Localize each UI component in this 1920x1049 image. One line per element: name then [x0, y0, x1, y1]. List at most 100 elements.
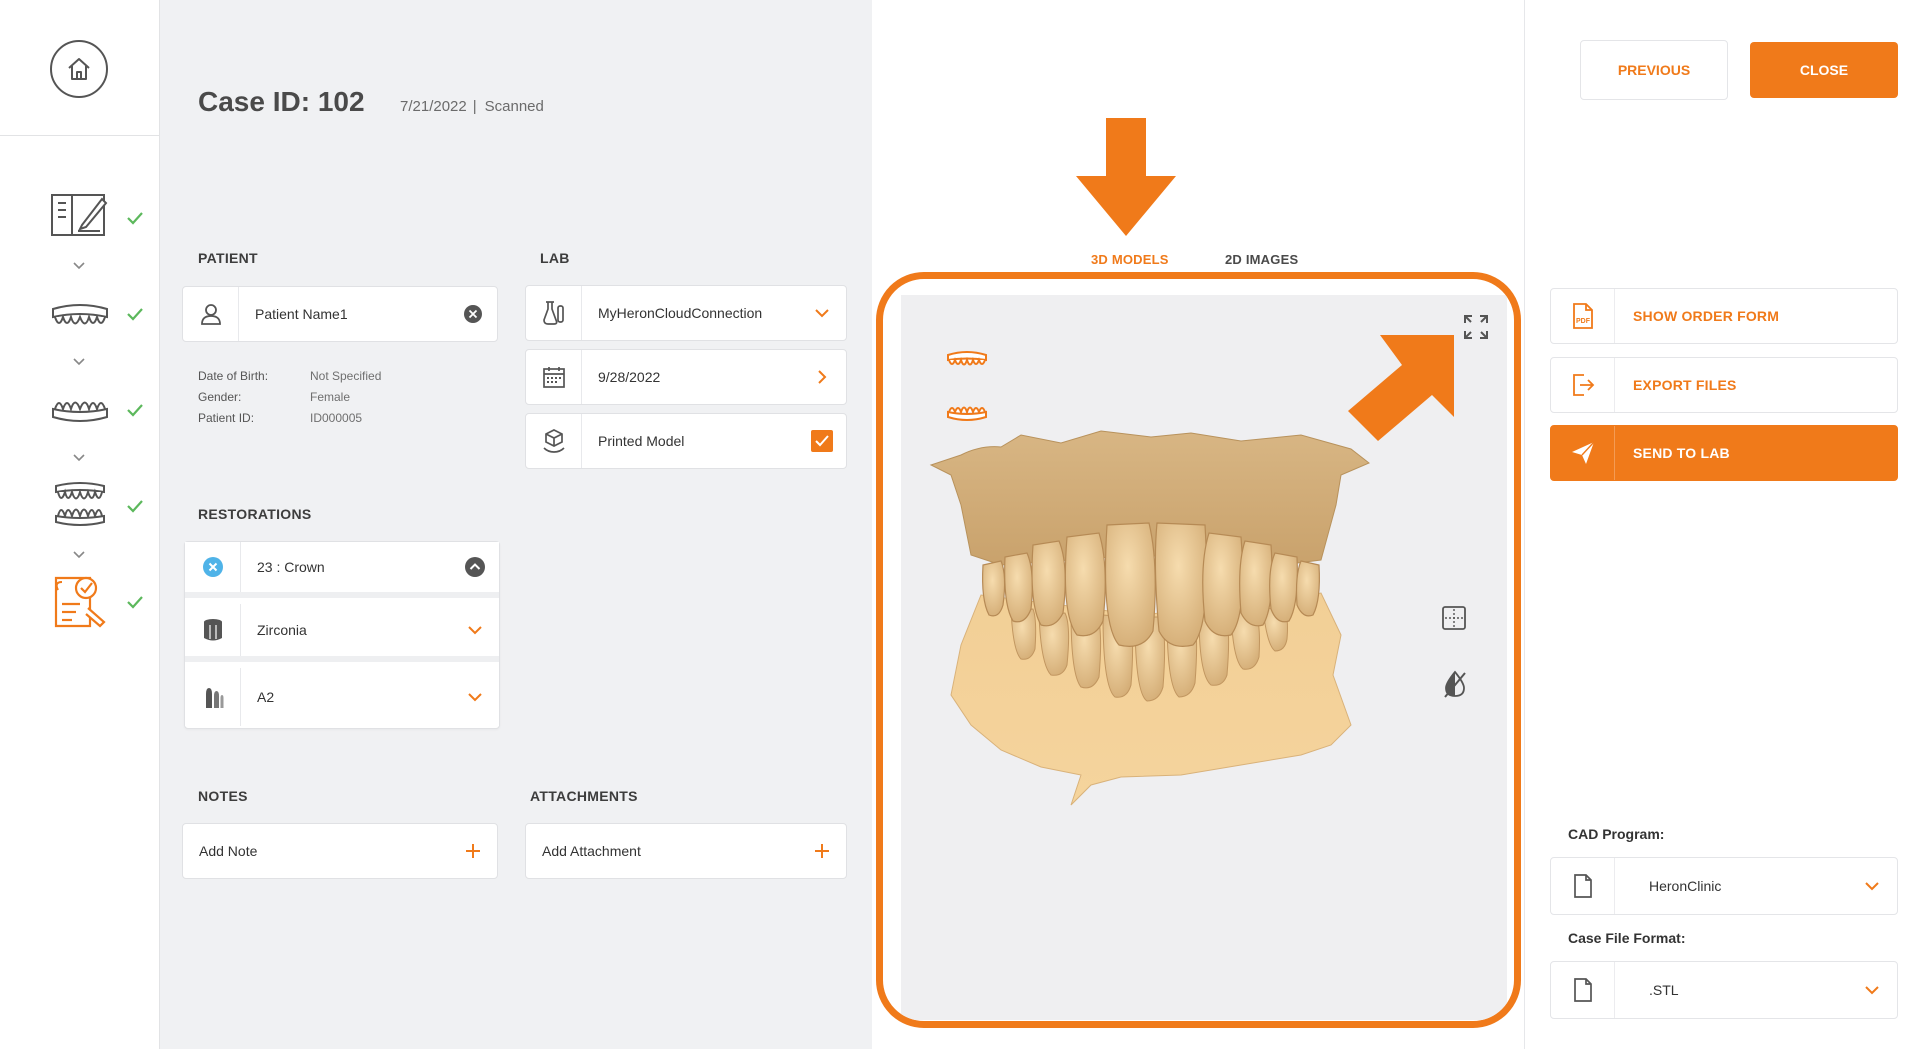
lab-dropdown-toggle[interactable] [798, 308, 846, 318]
collapse-restoration-button[interactable] [451, 556, 499, 578]
cad-file-icon-box [1551, 858, 1615, 914]
send-plane-icon [1571, 441, 1595, 464]
export-files-button[interactable]: EXPORT FILES [1550, 357, 1898, 413]
case-file-format-dropdown-toggle[interactable] [1847, 985, 1897, 995]
chevron-down-icon [73, 454, 85, 462]
add-note-field[interactable]: Add Note [182, 823, 498, 879]
printed-model-field[interactable]: Printed Model [525, 413, 847, 469]
restoration-card: 23 : Crown Zirconia A2 [184, 541, 500, 729]
export-icon-box [1551, 358, 1615, 412]
case-title: Case ID: 102 [198, 86, 365, 117]
material-cylinder-icon [203, 619, 222, 641]
due-date-value: 9/28/2022 [598, 369, 661, 385]
printed-model-icon [542, 429, 565, 453]
send-icon-box [1551, 426, 1615, 480]
annotation-arrow-down-icon [1076, 118, 1176, 236]
chevron-down-icon [73, 262, 85, 270]
pdf-file-icon: PDF [1572, 303, 1593, 329]
chevron-up-icon [465, 557, 485, 577]
previous-button[interactable]: PREVIOUS [1580, 40, 1728, 100]
checkbox-checked-icon [811, 430, 833, 452]
shade-dropdown-toggle[interactable] [451, 692, 499, 702]
pdf-tag: PDF [1576, 318, 1591, 325]
dental-3d-model[interactable] [921, 425, 1381, 825]
restorations-section-label: RESTORATIONS [198, 506, 312, 522]
export-files-label: EXPORT FILES [1633, 377, 1737, 393]
dob-value: Not Specified [310, 369, 382, 383]
cross-section-icon[interactable] [1441, 605, 1467, 631]
remove-icon [202, 557, 223, 577]
clear-patient-button[interactable] [449, 304, 497, 324]
material-icon-box [185, 604, 241, 656]
person-icon [200, 304, 221, 325]
file-icon [1573, 978, 1592, 1002]
lab-section-label: LAB [540, 250, 570, 266]
upper-jaw-icon [52, 304, 108, 325]
lab-icon-box [526, 286, 582, 340]
restoration-shade: A2 [257, 689, 275, 705]
bite-scan-icon [55, 482, 105, 526]
restoration-material-select[interactable]: Zirconia [185, 604, 499, 662]
case-separator: | [472, 98, 477, 115]
close-button[interactable]: CLOSE [1750, 42, 1898, 98]
step-upper-jaw[interactable] [44, 290, 116, 342]
toggle-upper-jaw-icon[interactable] [945, 347, 989, 371]
add-note-placeholder: Add Note [199, 843, 258, 859]
printed-model-checkbox[interactable] [798, 430, 846, 452]
home-icon [68, 58, 90, 80]
case-date: 7/21/2022 [400, 98, 467, 115]
chevron-down-icon [1865, 882, 1879, 891]
step-complete-check-icon [127, 500, 143, 513]
case-status: Scanned [484, 98, 544, 115]
chevron-down-icon [73, 358, 85, 366]
chevron-right-icon [818, 370, 827, 384]
model-icon-box [526, 414, 582, 468]
lab-connection-select[interactable]: MyHeronCloudConnection [525, 285, 847, 341]
add-attachment-button[interactable] [798, 842, 846, 860]
restoration-tooth: 23 : Crown [257, 559, 325, 575]
cad-program-dropdown-toggle[interactable] [1847, 881, 1897, 891]
add-note-button[interactable] [449, 842, 497, 860]
show-order-form-button[interactable]: PDF SHOW ORDER FORM [1550, 288, 1898, 344]
clear-icon [464, 305, 482, 323]
step-lower-jaw[interactable] [44, 384, 116, 436]
patient-field[interactable]: Patient Name1 [182, 286, 498, 342]
pdf-icon-box: PDF [1551, 289, 1615, 343]
home-button[interactable] [50, 40, 108, 98]
gender-value: Female [310, 390, 351, 404]
add-attachment-field[interactable]: Add Attachment [525, 823, 847, 879]
case-file-format-select[interactable]: .STL [1550, 961, 1898, 1019]
send-to-lab-button[interactable]: SEND TO LAB [1550, 425, 1898, 481]
calendar-icon [542, 367, 565, 388]
export-icon [1572, 374, 1594, 396]
patient-icon-box [183, 287, 239, 341]
due-date-open-button[interactable] [798, 369, 846, 385]
step-bite-scan[interactable] [44, 478, 116, 530]
shade-icon-box [185, 668, 241, 726]
gender-label: Gender: [198, 390, 242, 404]
toggle-lower-jaw-icon[interactable] [945, 401, 989, 425]
plus-icon [466, 844, 480, 858]
remove-restoration-button[interactable] [185, 542, 241, 592]
tab-2d-images[interactable]: 2D IMAGES [1225, 252, 1298, 267]
lab-flask-icon [542, 301, 564, 325]
add-attachment-placeholder: Add Attachment [542, 843, 641, 859]
fullscreen-icon[interactable] [1463, 314, 1489, 340]
restoration-tooth-row[interactable]: 23 : Crown [185, 542, 499, 598]
step-complete-check-icon [127, 596, 143, 609]
case-meta: 7/21/2022 | Scanned [400, 98, 544, 115]
step-complete-check-icon [127, 404, 143, 417]
material-dropdown-toggle[interactable] [451, 625, 499, 635]
cad-program-value: HeronClinic [1649, 878, 1722, 894]
patient-id-label: Patient ID: [198, 411, 255, 425]
step-review[interactable] [44, 574, 116, 630]
restoration-shade-select[interactable]: A2 [185, 668, 499, 726]
patient-id-value: ID000005 [310, 411, 363, 425]
cad-program-select[interactable]: HeronClinic [1550, 857, 1898, 915]
tab-3d-models[interactable]: 3D MODELS [1091, 252, 1169, 267]
due-date-field[interactable]: 9/28/2022 [525, 349, 847, 405]
texture-off-icon[interactable] [1442, 669, 1468, 699]
patient-name: Patient Name1 [255, 306, 348, 322]
step-order-form[interactable] [44, 189, 116, 241]
cad-program-label: CAD Program: [1568, 826, 1665, 842]
